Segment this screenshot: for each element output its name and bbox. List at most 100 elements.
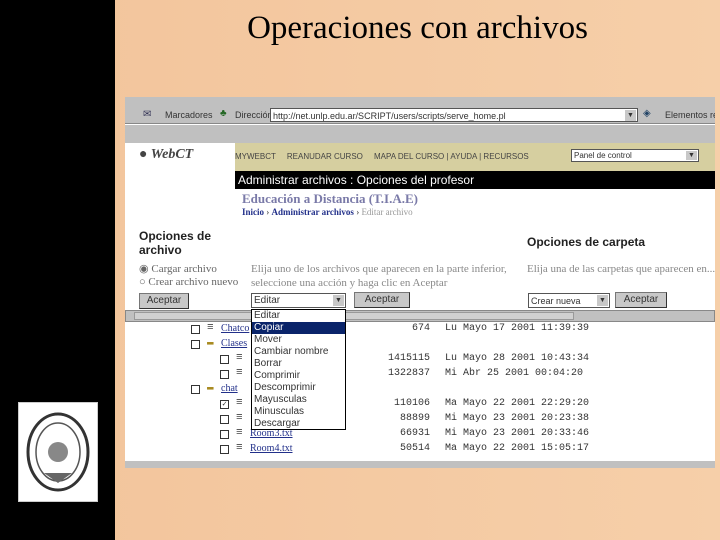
file-date: Ma Mayo 22 2001 15:05:17 bbox=[445, 443, 590, 454]
file-name-link[interactable]: Room4.txt bbox=[250, 443, 293, 454]
browser-screenshot: ✉ Marcadores ♣ Dirección http://net.unlp… bbox=[125, 97, 715, 468]
folder-instructions: Elija una de las carpetas que aparecen e… bbox=[527, 263, 715, 275]
dropdown-option[interactable]: Copiar bbox=[252, 322, 345, 334]
panel-select[interactable]: Panel de control ▼ bbox=[571, 149, 699, 162]
file-icon: ≡ bbox=[236, 442, 243, 454]
row-checkbox[interactable] bbox=[220, 430, 229, 439]
file-icon: ≡ bbox=[236, 412, 243, 424]
accept-upload-button[interactable]: Aceptar bbox=[139, 293, 189, 309]
row-checkbox[interactable] bbox=[220, 415, 229, 424]
row-checkbox[interactable] bbox=[191, 385, 200, 394]
status-bar bbox=[125, 461, 715, 468]
nav-recursos[interactable]: RECURSOS bbox=[483, 152, 528, 161]
file-size: 50514 bbox=[399, 443, 430, 454]
file-date: Lu Mayo 17 2001 11:39:39 bbox=[445, 323, 590, 334]
chevron-down-icon[interactable]: ▼ bbox=[686, 151, 697, 160]
row-checkbox[interactable] bbox=[220, 355, 229, 364]
file-row: ≡ 1322837 Mi Abr 25 2001 00:04:20 bbox=[125, 367, 715, 382]
address-input[interactable]: http://net.unlp.edu.ar/SCRIPT/users/scri… bbox=[270, 108, 638, 122]
file-row: ✓ ≡ 110106 Ma Mayo 22 2001 22:29:20 bbox=[125, 397, 715, 412]
nav-ayuda[interactable]: AYUDA bbox=[450, 152, 477, 161]
dropdown-option[interactable]: Borrar bbox=[252, 358, 345, 370]
bookmarks-label[interactable]: Marcadores bbox=[165, 110, 213, 120]
webct-logo: ● WebCT bbox=[139, 147, 194, 162]
address-label: Dirección bbox=[235, 110, 273, 120]
file-name-link[interactable]: Chatco bbox=[221, 323, 249, 334]
file-row: ≡ 88899 Mi Mayo 23 2001 20:23:38 bbox=[125, 412, 715, 427]
file-row: ▬ Clases bbox=[125, 337, 715, 352]
slide-title: Operaciones con archivos bbox=[247, 10, 588, 46]
file-icon: ≡ bbox=[236, 367, 243, 379]
action-dropdown[interactable]: Editar Copiar Mover Cambiar nombre Borrar Com… bbox=[251, 309, 346, 430]
row-checkbox[interactable] bbox=[191, 325, 200, 334]
radio-upload[interactable]: ◉ Cargar archivo bbox=[139, 262, 217, 275]
file-icon: ≡ bbox=[207, 322, 214, 334]
nav-mapa[interactable]: MAPA DEL CURSO bbox=[374, 152, 444, 161]
folder-action-select[interactable]: Crear nueva ▼ bbox=[528, 293, 610, 308]
dropdown-option[interactable]: Minusculas bbox=[252, 406, 345, 418]
radio-create[interactable]: ○ Crear archivo nuevo bbox=[139, 276, 238, 288]
dropdown-option[interactable]: Descomprimir bbox=[252, 382, 345, 394]
url-text: http://net.unlp.edu.ar/SCRIPT/users/scri… bbox=[273, 111, 506, 121]
file-size: 66931 bbox=[399, 428, 430, 439]
file-row: ≡ Room3.txt 66931 Mi Mayo 23 2001 20:33:… bbox=[125, 427, 715, 442]
folder-icon: ▬ bbox=[207, 382, 214, 394]
accept-folder-button[interactable]: Aceptar bbox=[615, 292, 667, 308]
chevron-down-icon[interactable]: ▼ bbox=[625, 110, 636, 121]
file-size: 1415115 bbox=[387, 353, 430, 364]
dropdown-option[interactable]: Mayusculas bbox=[252, 394, 345, 406]
breadcrumb: Inicio › Administrar archivos › Editar a… bbox=[242, 207, 413, 217]
row-checkbox[interactable] bbox=[220, 370, 229, 379]
accept-action-button[interactable]: Aceptar bbox=[354, 292, 410, 308]
file-row: ≡ Chatco 674 Lu Mayo 17 2001 11:39:39 bbox=[125, 322, 715, 337]
row-checkbox[interactable] bbox=[191, 340, 200, 349]
row-checkbox[interactable]: ✓ bbox=[220, 400, 229, 409]
file-date: Mi Mayo 23 2001 20:33:46 bbox=[445, 428, 590, 439]
dropdown-option[interactable]: Editar bbox=[252, 310, 345, 322]
chevron-down-icon[interactable]: ▼ bbox=[333, 295, 344, 306]
menu-bar bbox=[125, 97, 715, 106]
chevron-down-icon[interactable]: ▼ bbox=[597, 295, 608, 306]
dropdown-option[interactable]: Mover bbox=[252, 334, 345, 346]
file-row: ≡ 1415115 Lu Mayo 28 2001 10:43:34 bbox=[125, 352, 715, 367]
crumb-inicio[interactable]: Inicio bbox=[242, 207, 264, 217]
course-title: Educación a Distancia (T.I.A.E) bbox=[242, 191, 418, 206]
scrollbar-thumb[interactable] bbox=[134, 312, 574, 320]
file-instructions: Elija uno de los archivos que aparecen e… bbox=[251, 263, 507, 289]
radio-selected-icon[interactable]: ◉ bbox=[139, 263, 149, 275]
page-banner: Administrar archivos : Opciones del prof… bbox=[235, 171, 715, 189]
file-size: 1322837 bbox=[387, 368, 430, 379]
file-date: Lu Mayo 28 2001 10:43:34 bbox=[445, 353, 590, 364]
file-row: ≡ Room4.txt 50514 Ma Mayo 22 2001 15:05:… bbox=[125, 442, 715, 457]
file-date: Mi Mayo 23 2001 20:23:38 bbox=[445, 413, 590, 424]
nav-mywebct[interactable]: MYWEBCT bbox=[235, 152, 276, 161]
nav-reanudar[interactable]: REANUDAR CURSO bbox=[287, 152, 363, 161]
file-date: Ma Mayo 22 2001 22:29:20 bbox=[445, 398, 590, 409]
file-action-select[interactable]: Editar ▼ bbox=[251, 293, 346, 308]
row-checkbox[interactable] bbox=[220, 445, 229, 454]
crumb-current: Editar archivo bbox=[361, 207, 413, 217]
elements-label[interactable]: Elementos re bbox=[665, 110, 715, 120]
links-toolbar: ✉ Marcadores ♣ Dirección http://net.unlp… bbox=[125, 106, 715, 124]
file-icon: ≡ bbox=[236, 352, 243, 364]
elements-icon: ◈ bbox=[643, 108, 651, 119]
file-size: 110106 bbox=[393, 398, 430, 409]
file-date: Mi Abr 25 2001 00:04:20 bbox=[445, 368, 584, 379]
folder-options-title: Opciones de carpeta bbox=[527, 235, 646, 249]
file-row: ▬ chat bbox=[125, 382, 715, 397]
folder-icon: ▬ bbox=[207, 337, 214, 349]
file-list: ≡ Chatco 674 Lu Mayo 17 2001 11:39:39 ▬ … bbox=[125, 321, 715, 461]
top-nav: MYWEBCT REANUDAR CURSO MAPA DEL CURSO | … bbox=[235, 143, 715, 171]
crumb-admin[interactable]: Administrar archivos bbox=[272, 207, 354, 217]
radio-icon[interactable]: ○ bbox=[139, 276, 146, 288]
dropdown-option[interactable]: Descargar bbox=[252, 418, 345, 430]
file-icon: ≡ bbox=[236, 427, 243, 439]
university-seal-logo bbox=[18, 402, 98, 502]
dropdown-option[interactable]: Cambiar nombre bbox=[252, 346, 345, 358]
file-name-link[interactable]: chat bbox=[221, 383, 238, 394]
dropdown-option[interactable]: Comprimir bbox=[252, 370, 345, 382]
file-size: 88899 bbox=[399, 413, 430, 424]
file-options-title: Opciones de archivo bbox=[139, 229, 212, 257]
file-size: 674 bbox=[411, 323, 430, 334]
file-name-link[interactable]: Clases bbox=[221, 338, 247, 349]
